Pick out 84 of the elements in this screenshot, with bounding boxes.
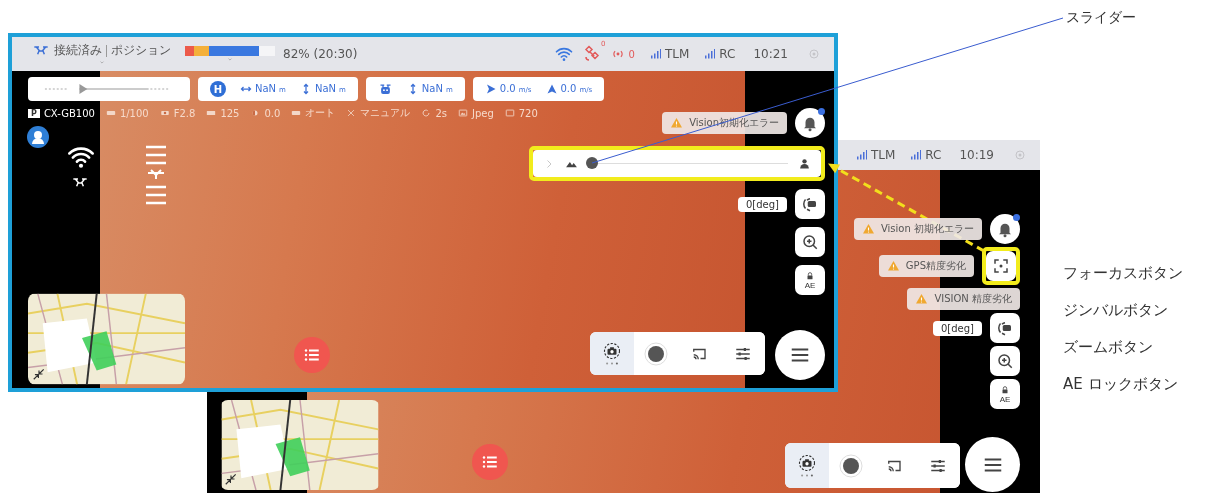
zoom-button[interactable]	[990, 346, 1020, 376]
attitude-indicator-drawing	[145, 145, 167, 205]
camera-setting: 0.0	[264, 107, 281, 119]
gimbal-icon	[801, 195, 819, 213]
right-arrow-icon	[484, 83, 497, 95]
gimbal-button[interactable]	[990, 313, 1020, 343]
warning-icon	[915, 293, 929, 305]
ae-lock-button[interactable]: AE	[990, 379, 1020, 409]
toast-message: Vision 初期化エラー	[880, 222, 974, 236]
annotation-label: ズームボタン	[1063, 338, 1154, 357]
focus-icon	[992, 257, 1010, 275]
camera-setting: 2s	[435, 107, 447, 119]
camera-setting: 1/100	[119, 107, 149, 119]
warning-icon	[670, 117, 684, 129]
camera-setting: マニュアル	[360, 106, 411, 120]
resolution-icon	[504, 108, 515, 118]
reading-value: NaN	[314, 83, 336, 94]
signal-label: TLM	[664, 47, 690, 61]
signal-label: TLM	[870, 148, 896, 162]
reading-value: NaN	[255, 83, 277, 94]
clock-time: 10:21	[753, 47, 788, 61]
focus-icon	[346, 108, 357, 118]
person-icon	[798, 157, 811, 170]
annotation-label: スライダー	[1066, 9, 1136, 27]
gimbal-button[interactable]	[795, 189, 825, 219]
record-icon	[838, 453, 863, 478]
signal-label: RC	[925, 148, 942, 162]
reading-value: 0.0	[499, 83, 516, 94]
camera-mode-badge: P	[28, 108, 40, 118]
ae-lock-button[interactable]: AE	[795, 265, 825, 295]
camera-setting: Jpeg	[471, 107, 494, 119]
satellite-icon	[582, 45, 601, 63]
annotation-label: AE ロックボタン	[1063, 375, 1179, 394]
flight-mode[interactable]: ポジション	[111, 42, 171, 59]
clock-time: 10:19	[959, 148, 994, 162]
annotation-label: ジンバルボタン	[1063, 301, 1169, 320]
lock-icon	[1000, 384, 1010, 395]
camera-icon	[797, 454, 816, 472]
annotation-label: フォーカスボタン	[1063, 264, 1183, 283]
reading-value: 0.0	[560, 83, 577, 94]
signal-bars-icon	[854, 149, 868, 161]
slider-thumb[interactable]	[586, 157, 598, 169]
wifi-icon	[554, 45, 573, 63]
signal-bars-icon	[648, 48, 662, 60]
page-dots-icon	[799, 474, 814, 477]
gimbal-icon	[996, 319, 1014, 337]
list-button[interactable]	[294, 337, 330, 373]
signal-label: RC	[719, 47, 736, 61]
reading-value: NaN	[421, 83, 443, 94]
record-icon	[643, 341, 668, 366]
zoom-button[interactable]	[795, 227, 825, 257]
zoom-icon	[801, 233, 819, 251]
battery-reading: 82% (20:30)	[283, 47, 358, 61]
camera-setting: 125	[220, 107, 240, 119]
signal-bars-icon	[909, 149, 923, 161]
camera-mode-button[interactable]	[785, 443, 829, 488]
camera-setting: オート	[305, 106, 336, 120]
timer-icon	[421, 108, 432, 118]
collapse-arrow-icon	[32, 367, 46, 381]
image-icon	[457, 108, 468, 118]
list-icon	[303, 346, 321, 364]
page-dots-icon	[604, 362, 619, 365]
warning-icon	[861, 223, 875, 235]
circle-icon	[1014, 149, 1026, 161]
collapse-arrow-icon	[224, 472, 238, 486]
camera-setting: 720	[518, 107, 538, 119]
list-icon	[481, 453, 499, 471]
toast-message: GPS精度劣化	[905, 259, 966, 273]
person-icon	[26, 125, 50, 149]
rtk-count: 0	[628, 48, 635, 60]
up-arrow-icon	[545, 83, 558, 95]
lock-icon	[805, 270, 815, 281]
list-button[interactable]	[472, 444, 508, 480]
camera-icon	[602, 342, 621, 360]
home-point-badge: H	[210, 81, 226, 97]
circle-icon	[808, 48, 820, 60]
camera-setting: F2.8	[173, 107, 196, 119]
camera-mode-button[interactable]	[590, 332, 634, 375]
zoom-icon	[996, 352, 1014, 370]
connection-status[interactable]: 接続済み	[54, 42, 102, 59]
warning-icon	[886, 260, 900, 272]
camera-model: CX-GB100	[43, 107, 95, 119]
toast-message: VISION 精度劣化	[934, 292, 1012, 306]
signal-bars-icon	[703, 48, 717, 60]
